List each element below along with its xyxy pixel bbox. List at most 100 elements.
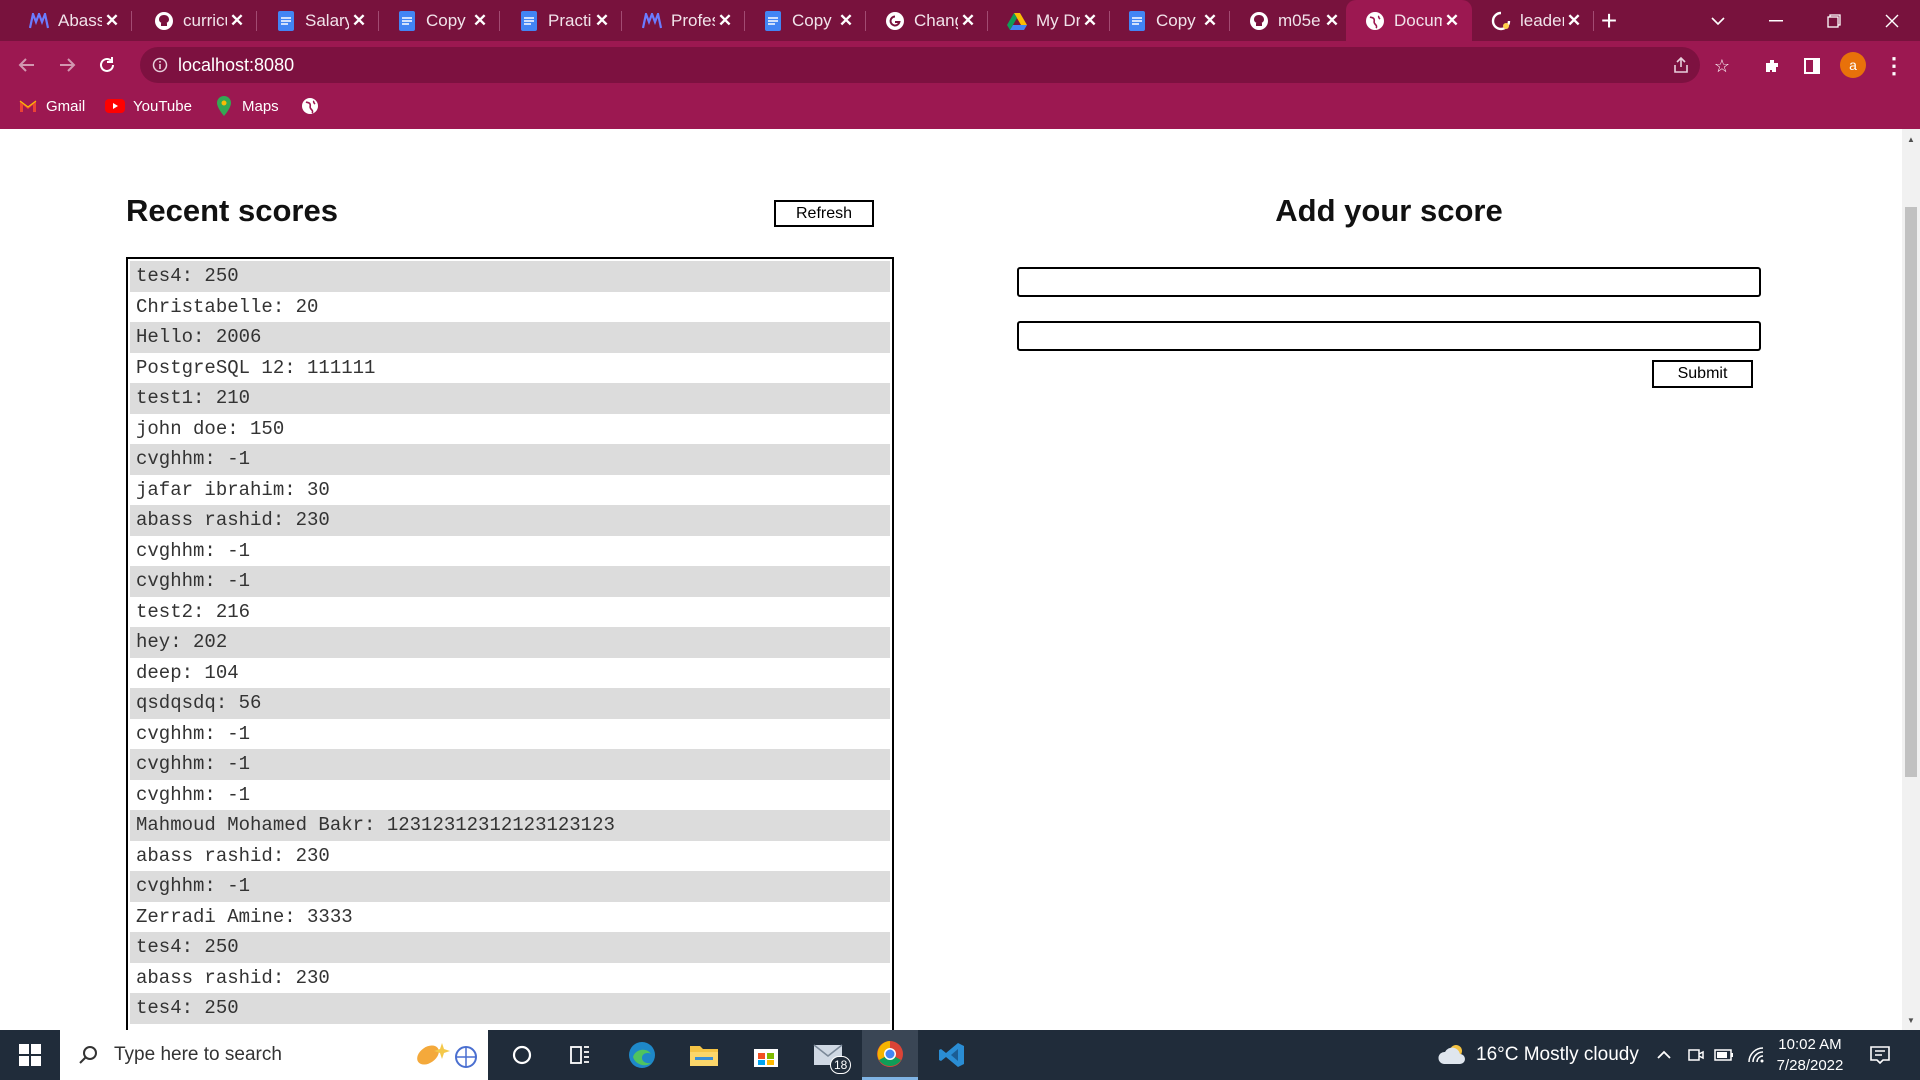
- close-tab-icon[interactable]: ✕: [1564, 11, 1584, 31]
- docs-icon: [518, 10, 540, 32]
- forward-button[interactable]: [52, 50, 82, 80]
- score-list-item: cvghhm: -1: [136, 722, 251, 745]
- scrollbar-thumb[interactable]: [1905, 207, 1917, 777]
- browser-tab[interactable]: Profes✕: [623, 0, 745, 41]
- close-tab-icon[interactable]: ✕: [470, 11, 490, 31]
- search-highlights-icon[interactable]: [408, 1035, 488, 1075]
- browser-tab[interactable]: Salary ✕: [257, 0, 379, 41]
- score-list-item: PostgreSQL 12: 111111: [136, 356, 376, 379]
- search-icon: [76, 1043, 100, 1067]
- meet-now-icon[interactable]: [1684, 1043, 1708, 1067]
- taskbar-edge[interactable]: [614, 1030, 670, 1080]
- browser-tab[interactable]: Docum ✕: [1346, 0, 1472, 41]
- score-list-item: cvghhm: -1: [130, 444, 890, 475]
- browser-tab[interactable]: Copy o✕: [1108, 0, 1230, 41]
- browser-tab[interactable]: leader ✕: [1472, 0, 1594, 41]
- score-list-item: Mahmoud Mohamed Bakr: 123123123121231231…: [130, 810, 890, 841]
- restore-icon[interactable]: [1806, 0, 1862, 41]
- address-bar[interactable]: localhost:8080: [140, 47, 1700, 83]
- close-tab-icon[interactable]: ✕: [958, 11, 978, 31]
- close-tab-icon[interactable]: ✕: [836, 11, 856, 31]
- tray-overflow-chevron-icon[interactable]: [1652, 1043, 1676, 1067]
- weather-text[interactable]: 16°C Mostly cloudy: [1476, 1030, 1639, 1080]
- taskbar-file-explorer[interactable]: [676, 1030, 732, 1080]
- close-tab-icon[interactable]: ✕: [227, 11, 247, 31]
- taskbar: Type here to search 18 16°C Mostly cloud…: [0, 1030, 1920, 1080]
- task-view-button[interactable]: [552, 1030, 608, 1080]
- cortana-button[interactable]: [494, 1030, 550, 1080]
- close-tab-icon[interactable]: ✕: [1200, 11, 1220, 31]
- name-input[interactable]: [1017, 267, 1761, 297]
- bookmark-label: Gmail: [46, 97, 86, 115]
- side-panel-icon[interactable]: [1800, 54, 1824, 78]
- bookmark-star-icon[interactable]: ☆: [1710, 54, 1734, 78]
- search-placeholder[interactable]: Type here to search: [114, 1044, 408, 1066]
- close-tab-icon[interactable]: ✕: [715, 11, 735, 31]
- youtube-icon: [105, 96, 125, 116]
- browser-tab[interactable]: Chang✕: [866, 0, 988, 41]
- battery-icon[interactable]: [1712, 1043, 1736, 1067]
- score-list-item: tes4: 250: [130, 993, 890, 1024]
- score-list-item: cvghhm: -1: [130, 749, 890, 780]
- score-list-item: john doe: 150: [136, 417, 285, 440]
- taskbar-mail[interactable]: 18: [800, 1030, 856, 1080]
- taskbar-chrome[interactable]: [862, 1030, 918, 1080]
- google-icon: [884, 10, 906, 32]
- page-scrollbar[interactable]: ▲ ▼: [1902, 129, 1920, 1030]
- close-tab-icon[interactable]: ✕: [349, 11, 369, 31]
- score-list-item: cvghhm: -1: [130, 566, 890, 597]
- close-tab-icon[interactable]: ✕: [1080, 11, 1100, 31]
- close-tab-icon[interactable]: ✕: [1322, 11, 1342, 31]
- share-icon[interactable]: [1670, 54, 1692, 76]
- site-info-icon[interactable]: [150, 55, 170, 75]
- bookmark-gmail[interactable]: Gmail: [18, 89, 85, 123]
- tab-label: m05e: [1278, 10, 1321, 30]
- refresh-button[interactable]: Refresh: [774, 200, 874, 227]
- score-list-item: hey: 202: [130, 627, 890, 658]
- tab-search-chevron-icon[interactable]: [1690, 0, 1746, 41]
- add-score-heading: Add your score: [1275, 193, 1503, 228]
- start-button[interactable]: [0, 1030, 60, 1080]
- scroll-down-arrow-icon[interactable]: ▼: [1902, 1012, 1920, 1028]
- chrome-icon: [877, 1040, 903, 1067]
- taskbar-vscode[interactable]: [924, 1030, 980, 1080]
- bookmark-maps[interactable]: Maps: [214, 89, 279, 123]
- bookmark-globe[interactable]: [300, 89, 328, 123]
- extensions-icon[interactable]: [1760, 54, 1784, 78]
- score-list-item: tes4: 250: [130, 261, 890, 292]
- close-window-icon[interactable]: [1864, 0, 1920, 41]
- kebab-menu-icon[interactable]: ⋮: [1882, 53, 1906, 78]
- taskbar-search[interactable]: Type here to search: [60, 1030, 488, 1080]
- url-text[interactable]: localhost:8080: [178, 47, 294, 83]
- notifications-icon[interactable]: [1868, 1043, 1892, 1067]
- browser-tab[interactable]: Practic✕: [500, 0, 622, 41]
- browser-tab[interactable]: Abass ✕: [10, 0, 132, 41]
- profile-avatar[interactable]: a: [1840, 52, 1866, 78]
- reload-button[interactable]: [92, 50, 122, 80]
- tab-label: Practic: [548, 10, 592, 30]
- close-tab-icon[interactable]: ✕: [1442, 11, 1462, 31]
- browser-tab[interactable]: curricu✕: [135, 0, 257, 41]
- score-input[interactable]: [1017, 321, 1761, 351]
- browser-tab[interactable]: m05e ✕: [1230, 0, 1352, 41]
- weather-cloud-icon[interactable]: [1438, 1042, 1468, 1066]
- reload-icon: [100, 57, 114, 72]
- close-tab-icon[interactable]: ✕: [592, 11, 612, 31]
- bookmark-youtube[interactable]: YouTube: [105, 89, 192, 123]
- back-button[interactable]: [12, 50, 42, 80]
- minimize-icon[interactable]: [1748, 0, 1804, 41]
- score-list-item: Zerradi Amine: 3333: [136, 905, 353, 928]
- submit-button[interactable]: Submit: [1652, 360, 1753, 388]
- close-tab-icon[interactable]: ✕: [102, 11, 122, 31]
- score-list-item: cvghhm: -1: [130, 871, 890, 902]
- browser-tab[interactable]: My Dr ✕: [988, 0, 1110, 41]
- new-tab-button[interactable]: +: [1594, 5, 1624, 36]
- browser-tab[interactable]: Copy o✕: [378, 0, 500, 41]
- browser-tab[interactable]: Copy o✕: [744, 0, 866, 41]
- tab-label: curricu: [183, 10, 227, 30]
- docs-icon: [396, 10, 418, 32]
- taskbar-store[interactable]: [738, 1030, 794, 1080]
- scroll-up-arrow-icon[interactable]: ▲: [1902, 131, 1920, 147]
- folder-icon: [690, 1046, 718, 1066]
- taskbar-clock[interactable]: 10:02 AM 7/28/2022: [1760, 1034, 1860, 1076]
